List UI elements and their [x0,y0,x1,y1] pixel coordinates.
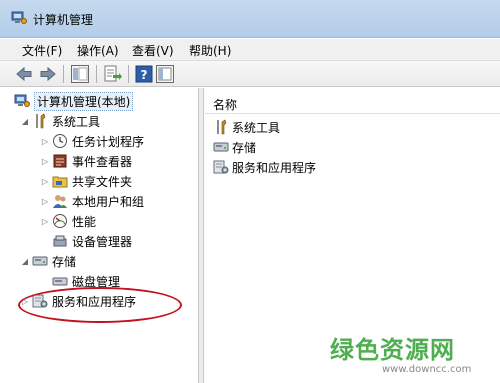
console-tree: 计算机管理(本地) ◢ 系统工具 ▷ 任务计划程序 ▷ 事件查看器 ▷ 共享文件… [0,88,199,383]
title-bar: 计算机管理 [0,0,500,38]
tree-item-label: 设备管理器 [72,234,133,249]
device-manager-icon [53,235,67,247]
performance-icon [53,214,67,228]
tree-item-label: 计算机管理(本地) [34,91,134,111]
tree-item-performance[interactable]: ▷ 性能 [40,212,96,230]
show-hide-tree-icon[interactable] [70,64,90,84]
list-item-label: 服务和应用程序 [232,160,317,175]
menu-action[interactable]: 操作(A) [74,42,122,59]
tools-icon [36,113,46,129]
highlight-annotation [18,287,182,323]
tree-item-storage[interactable]: ◢ 存储 [20,252,76,270]
expanded-arrow-icon[interactable]: ◢ [20,257,30,266]
disk-icon [52,277,68,286]
tree-item-label: 系统工具 [52,114,101,129]
tree-item-label: 本地用户和组 [72,194,145,209]
tree-item-label: 事件查看器 [72,154,133,169]
tree-item-task-scheduler[interactable]: ▷ 任务计划程序 [40,132,144,150]
tree-item-event-viewer[interactable]: ▷ 事件查看器 [40,152,132,170]
tree-item-computer-management[interactable]: 计算机管理(本地) [14,91,134,111]
collapsed-arrow-icon[interactable]: ▷ [40,177,50,186]
help-icon[interactable]: ? [134,64,154,84]
tree-item-device-manager[interactable]: 设备管理器 [52,232,132,250]
tree-item-system-tools[interactable]: ◢ 系统工具 [20,112,100,130]
toolbar-separator [63,65,64,83]
list-item-system-tools[interactable]: 系统工具 [213,118,280,136]
expanded-arrow-icon[interactable]: ◢ [20,117,30,126]
list-item-storage[interactable]: 存储 [213,138,256,156]
tree-item-label: 任务计划程序 [72,134,145,149]
shared-folder-icon [52,176,68,188]
pane-splitter[interactable] [199,88,204,383]
forward-icon[interactable] [38,64,58,84]
storage-icon [32,256,48,266]
column-header-name[interactable]: 名称 [205,92,500,114]
tree-item-local-users-groups[interactable]: ▷ 本地用户和组 [40,192,144,210]
window-title: 计算机管理 [33,13,94,27]
toolbar-separator [128,65,129,83]
column-header-label: 名称 [213,98,238,112]
tools-icon [217,119,227,135]
toolbar-separator [96,65,97,83]
back-icon[interactable] [14,64,34,84]
tree-item-label: 共享文件夹 [72,174,133,189]
computer-management-icon [11,11,27,24]
watermark-text: 绿色资源网 [330,336,455,364]
menu-help[interactable]: 帮助(H) [186,42,234,59]
computer-management-icon [14,94,30,107]
menu-bar: 文件(F) 操作(A) 查看(V) 帮助(H) [0,39,500,61]
users-icon [53,195,67,208]
collapsed-arrow-icon[interactable]: ▷ [40,157,50,166]
watermark: 绿色资源网 www.downcc.com [330,330,471,375]
tree-item-label: 性能 [72,214,97,229]
menu-file[interactable]: 文件(F) [19,42,65,59]
storage-icon [213,142,229,152]
menu-view[interactable]: 查看(V) [129,42,177,59]
watermark-url: www.downcc.com [382,364,472,375]
collapsed-arrow-icon[interactable]: ▷ [40,137,50,146]
properties-icon[interactable] [155,64,175,84]
svg-text:?: ? [141,68,148,82]
list-item-label: 存储 [232,140,257,155]
toolbar: ? [0,61,500,87]
services-icon [213,160,229,174]
tree-item-label: 存储 [52,254,77,269]
list-item-services-applications[interactable]: 服务和应用程序 [213,158,316,176]
collapsed-arrow-icon[interactable]: ▷ [40,197,50,206]
collapsed-arrow-icon[interactable]: ▷ [40,217,50,226]
clock-icon [53,134,67,148]
event-viewer-icon [53,154,67,168]
export-list-icon[interactable] [102,64,122,84]
tree-item-shared-folders[interactable]: ▷ 共享文件夹 [40,172,132,190]
list-item-label: 系统工具 [232,120,281,135]
